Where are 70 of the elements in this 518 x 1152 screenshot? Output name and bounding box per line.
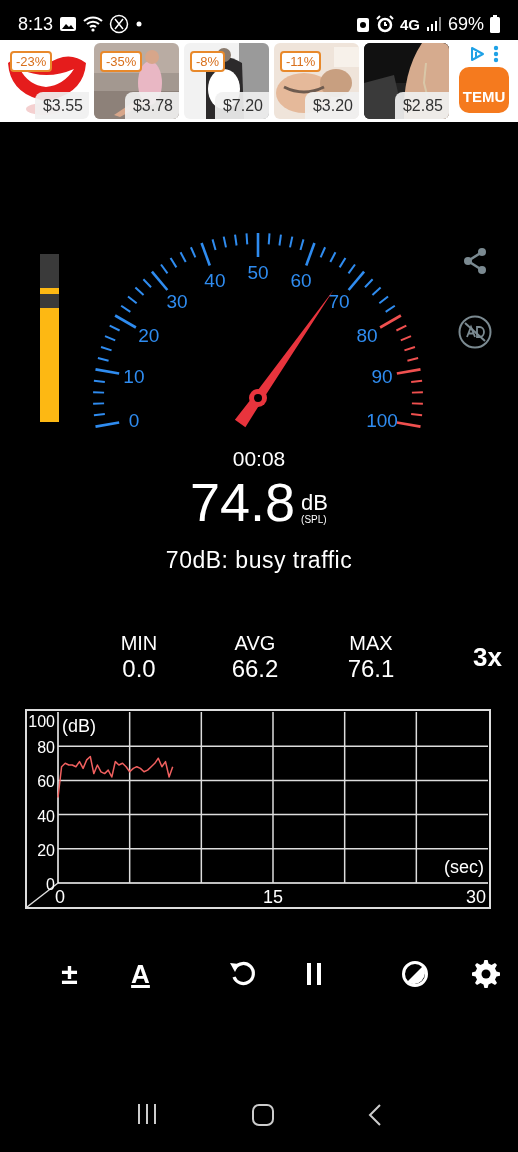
price-tag: $7.20 (214, 92, 269, 119)
share-icon[interactable] (462, 247, 488, 275)
back-icon[interactable] (367, 1103, 382, 1127)
axis-label: 30 (465, 887, 486, 907)
price-tag: $2.85 (394, 92, 449, 119)
contrast-icon[interactable] (400, 960, 429, 988)
product-card[interactable]: $2.85 (364, 43, 449, 119)
scale-label: 80 (356, 325, 378, 346)
scale-label: 50 (247, 262, 269, 283)
discount-tag: -23% (10, 51, 53, 72)
discount-tag: -35% (100, 51, 143, 72)
scale-label: 70 (328, 291, 350, 313)
price-tag: $3.20 (304, 92, 359, 119)
stat-label: MIN (120, 632, 158, 655)
calibrate-button[interactable]: ± (59, 958, 80, 990)
scale-label: 100 (366, 409, 398, 431)
clock-time: 8:13 (18, 13, 54, 35)
price-tag: $3.78 (124, 92, 179, 119)
battery-icon (490, 15, 500, 33)
axis-title: (sec) (444, 857, 484, 877)
axis-label: 15 (263, 887, 283, 907)
scale-label: 20 (138, 325, 160, 346)
no-ads-icon[interactable] (458, 315, 492, 349)
home-icon[interactable] (251, 1103, 275, 1127)
text-style-button[interactable]: A (129, 958, 152, 990)
stat-label: AVG (234, 632, 276, 655)
scale-label: 0 (128, 409, 140, 431)
unit-label: dB (301, 492, 328, 514)
product-card[interactable]: -8% $7.20 (184, 43, 269, 119)
scale-label: 30 (166, 291, 188, 313)
axis-label: 80 (37, 739, 55, 757)
axis-label: 60 (37, 773, 55, 791)
dot-icon (135, 20, 144, 28)
stat-value: 76.1 (347, 655, 395, 683)
scale-label: 40 (204, 269, 226, 291)
axis-label: 40 (37, 807, 55, 825)
axis-label: 0 (46, 876, 55, 893)
stat-label: MAX (349, 632, 393, 655)
image-icon (59, 16, 78, 32)
discount-tag: -8% (190, 51, 226, 72)
stat-value: 0.0 (122, 655, 156, 683)
product-card[interactable]: -23% $3.55 (4, 43, 89, 119)
more-icon[interactable] (493, 45, 499, 63)
product-card[interactable]: -11% $3.20 (274, 43, 359, 119)
elapsed-time: 00:08 (232, 447, 286, 471)
scale-label: 90 (371, 366, 393, 388)
axis-label: 20 (37, 841, 55, 859)
price-tag: $3.55 (34, 92, 89, 119)
stat-value: 66.2 (231, 655, 279, 683)
ad-choices-icon[interactable] (469, 46, 485, 62)
axis-title: (dB) (62, 716, 96, 736)
alarm-icon (375, 15, 394, 33)
recent-apps-icon[interactable] (136, 1103, 159, 1125)
settings-icon[interactable] (471, 960, 500, 988)
level-description: 70dB: busy traffic (165, 547, 353, 574)
scale-label: 60 (290, 269, 312, 291)
zoom-button[interactable]: 3x (469, 642, 506, 683)
scale-label: 10 (123, 366, 145, 388)
x-circle-icon (109, 14, 130, 34)
signal-icon (425, 16, 442, 32)
reset-icon[interactable] (228, 960, 257, 988)
sound-level: 74.8 (190, 475, 296, 529)
axis-label: 100 (28, 713, 55, 730)
battery-percent: 69% (447, 13, 484, 35)
discount-tag: -11% (280, 51, 322, 72)
axis-label: 0 (55, 887, 65, 907)
wifi-icon (83, 15, 104, 33)
weighting-label: (SPL) (301, 514, 327, 525)
product-card[interactable]: -35% $3.78 (94, 43, 179, 119)
network-type: 4G (399, 15, 420, 33)
